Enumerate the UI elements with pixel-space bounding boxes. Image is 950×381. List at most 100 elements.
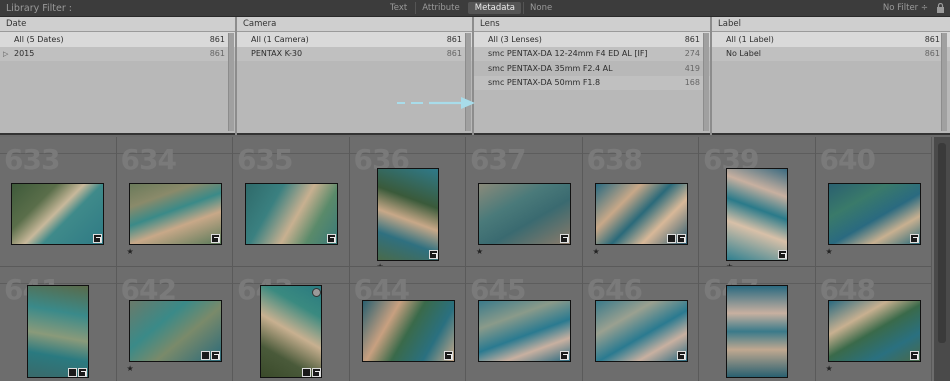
metadata-badge-icon[interactable] xyxy=(666,234,676,243)
edit-badge-icon[interactable] xyxy=(909,234,919,243)
photo-thumbnail[interactable] xyxy=(478,300,571,362)
rating-star-icon[interactable]: ★ xyxy=(127,247,134,256)
metadata-browser: Date All (5 Dates) 861 ▷ 2015 861 Camera… xyxy=(0,17,950,135)
row-count: 861 xyxy=(446,34,462,44)
row-label: All (5 Dates) xyxy=(14,34,64,44)
photo-thumbnail[interactable] xyxy=(361,300,455,362)
grid-cell[interactable]: 647 xyxy=(699,267,816,381)
edit-badge-icon[interactable] xyxy=(560,234,569,243)
date-row-2015[interactable]: ▷ 2015 861 xyxy=(0,46,235,61)
edit-badge-icon[interactable] xyxy=(428,250,438,259)
rating-star-icon[interactable]: ★ xyxy=(826,247,833,256)
photo-thumbnail[interactable] xyxy=(594,300,688,362)
thumbnail-grid: 633 634 ★ 635 636 ★ 637 ★ 638 ★ 639 ★ 64… xyxy=(0,137,934,381)
edit-badge-icon[interactable] xyxy=(327,234,336,243)
photo-thumbnail[interactable] xyxy=(478,183,571,245)
metadata-badge-icon[interactable] xyxy=(302,368,311,377)
grid-cell[interactable]: 646 xyxy=(582,267,699,381)
grid-cell[interactable]: 639 ★ xyxy=(699,137,816,267)
grid-cell[interactable]: 643 xyxy=(233,267,350,381)
grid-cell[interactable]: 648 ★ xyxy=(815,267,932,381)
column-scrollbar[interactable] xyxy=(941,33,947,131)
lens-row-12-24mm[interactable]: smc PENTAX-DA 12-24mm F4 ED AL [IF] 274 xyxy=(474,46,710,61)
scrollbar-thumb[interactable] xyxy=(938,143,946,343)
column-header-lens[interactable]: Lens xyxy=(474,17,710,32)
cell-index: 634 xyxy=(120,143,177,176)
column-header-camera[interactable]: Camera xyxy=(237,17,472,32)
cell-index: 633 xyxy=(4,143,60,176)
photo-thumbnail[interactable] xyxy=(27,285,89,378)
lens-row-50mm[interactable]: smc PENTAX-DA 50mm F1.8 168 xyxy=(474,75,710,90)
edit-badge-icon[interactable] xyxy=(93,234,102,243)
label-row-no-label[interactable]: No Label 861 xyxy=(712,46,950,61)
tab-attribute[interactable]: Attribute xyxy=(415,2,466,14)
rating-star-icon[interactable]: ★ xyxy=(593,247,600,256)
edit-badge-icon[interactable] xyxy=(909,351,919,360)
cell-index: 635 xyxy=(237,143,293,176)
label-row-all[interactable]: All (1 Label) 861 xyxy=(712,32,950,47)
photo-thumbnail[interactable] xyxy=(245,183,338,245)
filter-mode-tabs: Text Attribute Metadata None xyxy=(384,2,558,14)
filter-preset-dropdown[interactable]: No Filter ÷ xyxy=(883,3,928,13)
edit-badge-icon[interactable] xyxy=(676,351,686,360)
photo-thumbnail[interactable] xyxy=(726,168,788,261)
lens-row-35mm[interactable]: smc PENTAX-DA 35mm F2.4 AL 419 xyxy=(474,61,710,76)
grid-cell[interactable]: 633 xyxy=(0,137,117,267)
metadata-badge-icon[interactable] xyxy=(200,351,210,360)
grid-cell[interactable]: 636 ★ xyxy=(349,137,466,267)
row-count: 274 xyxy=(684,49,700,59)
photo-thumbnail[interactable] xyxy=(827,300,921,362)
edit-badge-icon[interactable] xyxy=(312,368,321,377)
photo-thumbnail[interactable] xyxy=(260,285,322,378)
grid-cell[interactable]: 638 ★ xyxy=(582,137,699,267)
grid-scrollbar[interactable] xyxy=(934,137,950,381)
row-count: 419 xyxy=(684,63,700,73)
column-date: Date All (5 Dates) 861 ▷ 2015 861 xyxy=(0,17,237,135)
row-label: 2015 xyxy=(14,49,35,59)
row-count: 861 xyxy=(209,49,225,59)
lock-icon[interactable] xyxy=(936,3,945,13)
rating-star-icon[interactable]: ★ xyxy=(826,364,833,373)
tab-none[interactable]: None xyxy=(523,2,558,14)
tab-metadata[interactable]: Metadata xyxy=(467,2,522,14)
rating-star-icon[interactable]: ★ xyxy=(127,364,134,373)
lens-row-all[interactable]: All (3 Lenses) 861 xyxy=(474,32,710,47)
edit-badge-icon[interactable] xyxy=(210,351,220,360)
target-collection-icon[interactable] xyxy=(312,288,321,297)
grid-cell[interactable]: 642 ★ xyxy=(116,267,233,381)
column-header-label[interactable]: Label xyxy=(712,17,950,32)
photo-thumbnail[interactable] xyxy=(11,183,104,245)
tab-text[interactable]: Text xyxy=(384,2,413,14)
row-count: 861 xyxy=(924,49,940,59)
grid-cell[interactable]: 637 ★ xyxy=(466,137,583,267)
grid-cell[interactable]: 635 xyxy=(233,137,350,267)
camera-row-pentax-k30[interactable]: PENTAX K-30 861 xyxy=(237,46,472,61)
edit-badge-icon[interactable] xyxy=(78,368,87,377)
grid-cell[interactable]: 634 ★ xyxy=(116,137,233,267)
row-label: All (1 Label) xyxy=(726,34,774,44)
disclosure-triangle-icon[interactable]: ▷ xyxy=(3,50,8,58)
column-scrollbar[interactable] xyxy=(703,33,709,131)
edit-badge-icon[interactable] xyxy=(210,234,220,243)
grid-cell[interactable]: 641 xyxy=(0,267,117,381)
grid-cell[interactable]: 640 ★ xyxy=(815,137,932,267)
edit-badge-icon[interactable] xyxy=(676,234,686,243)
rating-star-icon[interactable]: ★ xyxy=(476,247,483,256)
photo-thumbnail[interactable] xyxy=(827,183,921,245)
edit-badge-icon[interactable] xyxy=(443,351,453,360)
date-row-all[interactable]: All (5 Dates) 861 xyxy=(0,32,235,47)
edit-badge-icon[interactable] xyxy=(778,250,787,259)
column-camera: Camera All (1 Camera) 861 PENTAX K-30 86… xyxy=(237,17,474,135)
metadata-badge-icon[interactable] xyxy=(68,368,77,377)
camera-row-all[interactable]: All (1 Camera) 861 xyxy=(237,32,472,47)
edit-badge-icon[interactable] xyxy=(560,351,569,360)
photo-thumbnail[interactable] xyxy=(376,168,439,261)
photo-thumbnail[interactable] xyxy=(128,183,222,245)
column-scrollbar[interactable] xyxy=(465,33,471,131)
column-scrollbar[interactable] xyxy=(228,33,234,131)
photo-thumbnail[interactable] xyxy=(726,285,788,378)
grid-cell[interactable]: 645 xyxy=(466,267,583,381)
column-header-date[interactable]: Date xyxy=(0,17,235,32)
grid-cell[interactable]: 644 xyxy=(349,267,466,381)
row-count: 168 xyxy=(684,78,700,88)
